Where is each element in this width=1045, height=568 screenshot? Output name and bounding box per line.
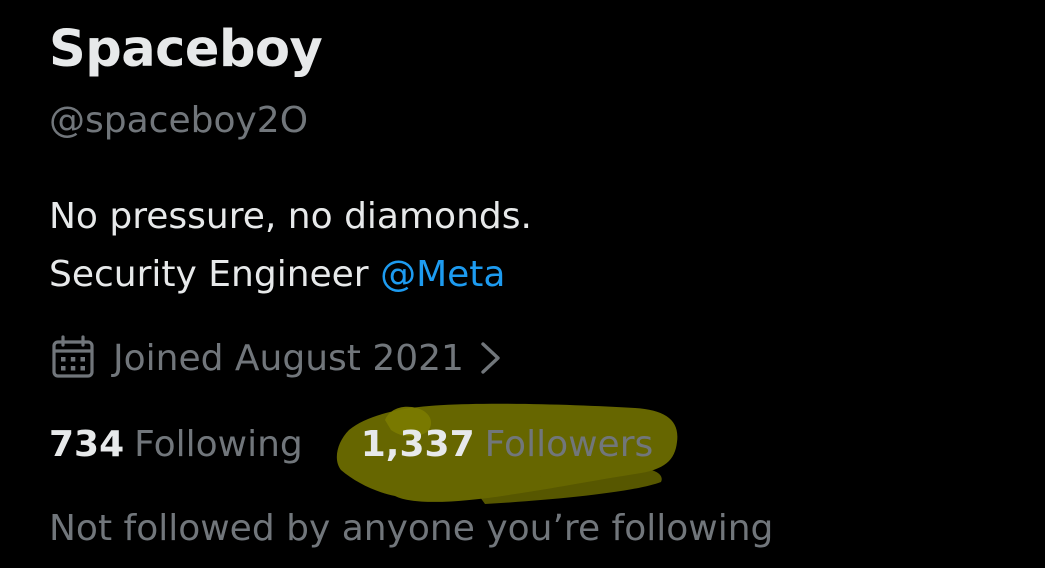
- follow-stats: 734 Following 1,337 Followers: [49, 424, 653, 465]
- followers-stat[interactable]: 1,337 Followers: [361, 424, 654, 465]
- joined-date-text: Joined August 2021: [113, 337, 464, 379]
- bio-line-2: Security Engineer @Meta: [49, 246, 532, 304]
- following-count: 734: [49, 424, 125, 465]
- joined-date-row[interactable]: Joined August 2021: [49, 334, 504, 382]
- following-stat[interactable]: 734 Following: [49, 424, 303, 465]
- bio: No pressure, no diamonds. Security Engin…: [49, 188, 532, 304]
- followed-by-text: Not followed by anyone you’re following: [49, 508, 774, 549]
- mention-link-meta[interactable]: @Meta: [380, 254, 505, 295]
- display-name: Spaceboy: [49, 20, 323, 79]
- calendar-icon: [49, 334, 97, 382]
- following-label: Following: [134, 424, 303, 465]
- chevron-right-icon: [478, 338, 504, 378]
- followers-count: 1,337: [360, 424, 475, 465]
- bio-line-1: No pressure, no diamonds.: [49, 196, 532, 237]
- followers-label: Followers: [484, 424, 654, 465]
- bio-line-2-text: Security Engineer: [49, 254, 381, 295]
- profile-header: Spaceboy @spaceboy2O No pressure, no dia…: [49, 0, 1029, 568]
- user-handle: @spaceboy2O: [49, 100, 309, 141]
